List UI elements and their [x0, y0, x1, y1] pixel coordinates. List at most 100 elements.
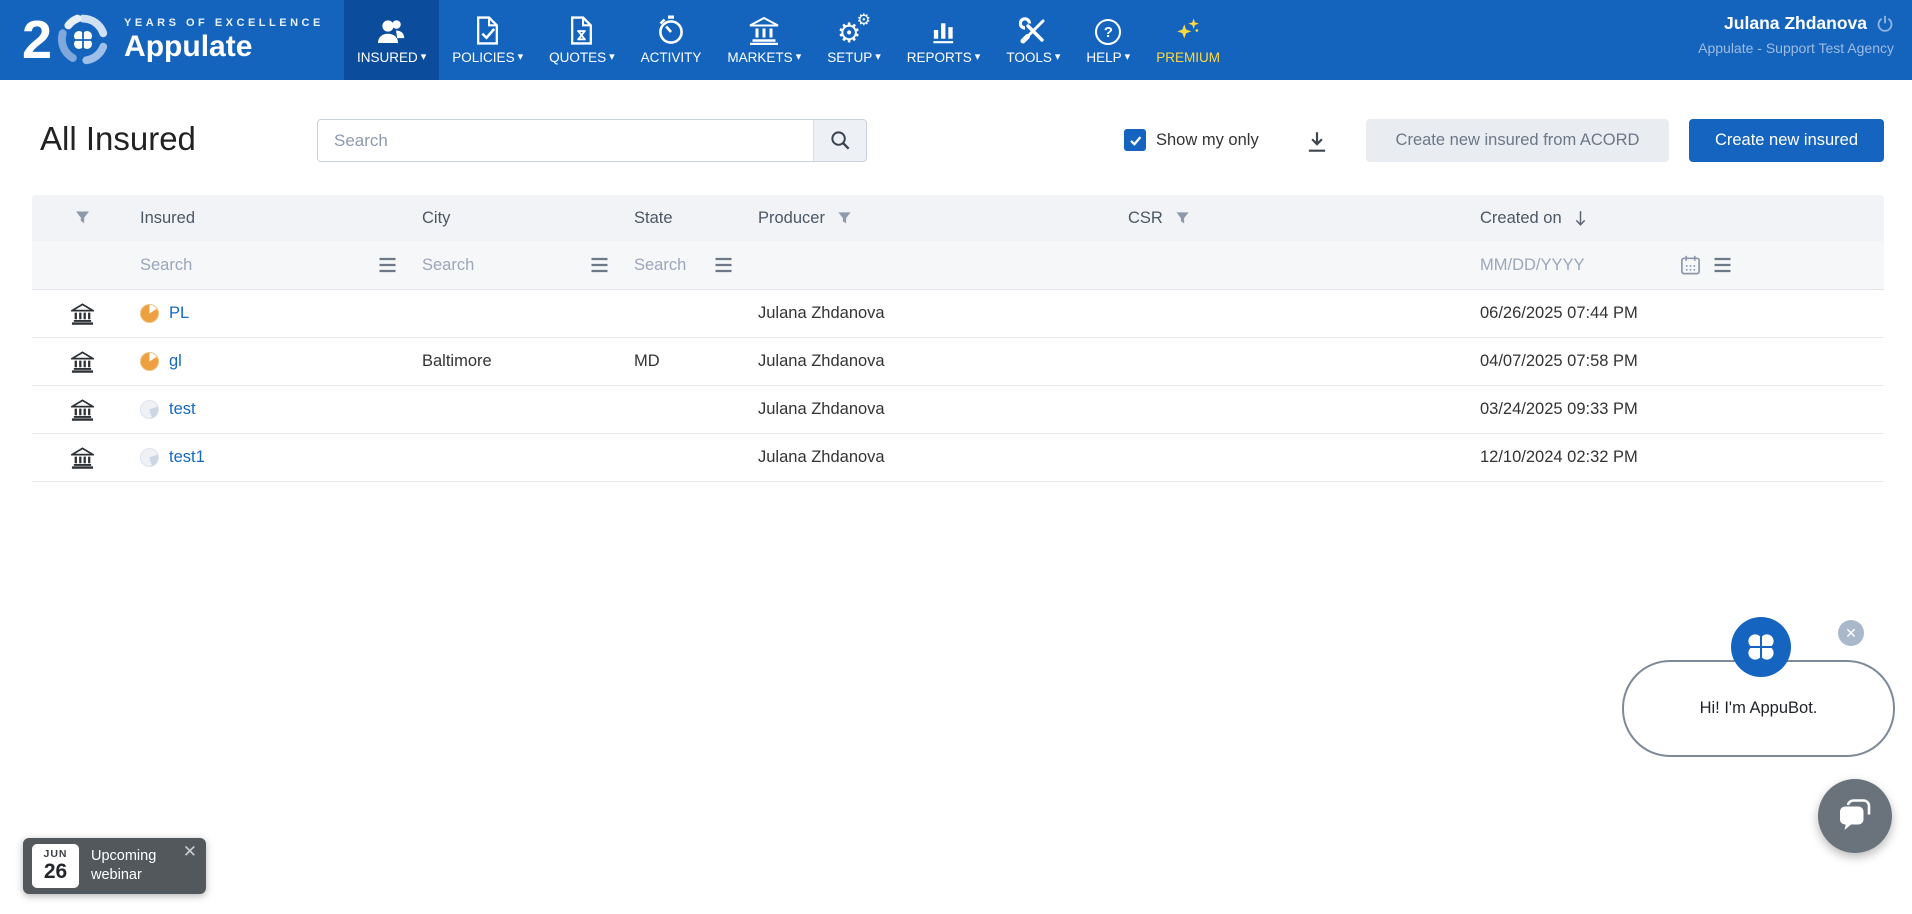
- insured-link[interactable]: PL: [169, 304, 189, 323]
- insured-link[interactable]: test: [169, 400, 196, 419]
- nav-item-setup[interactable]: ⚙⚙ SETUP▾: [814, 0, 894, 80]
- progress-pie-icon: [140, 304, 159, 323]
- chevron-down-icon: ▾: [875, 52, 881, 63]
- logout-power-icon[interactable]: [1876, 14, 1894, 33]
- nav-item-quotes[interactable]: QUOTES▾: [536, 0, 628, 80]
- table-filter-row: [32, 241, 1884, 290]
- setup-gears-icon: ⚙⚙: [837, 15, 871, 45]
- insured-search-input[interactable]: [140, 256, 308, 275]
- webinar-day: 26: [44, 860, 67, 883]
- column-header-created-on[interactable]: Created on: [1472, 209, 1884, 228]
- column-header-csr[interactable]: CSR: [1120, 209, 1472, 228]
- bank-icon[interactable]: [32, 399, 132, 421]
- create-new-insured-button[interactable]: Create new insured: [1689, 119, 1884, 162]
- producer-cell: Julana Zhdanova: [750, 448, 1120, 467]
- nav-item-help[interactable]: ? HELP▾: [1073, 0, 1143, 80]
- created-on-cell: 03/24/2025 09:33 PM: [1472, 400, 1884, 419]
- appubot-greeting-text: Hi! I'm AppuBot.: [1700, 699, 1818, 718]
- city-search-input[interactable]: [422, 256, 544, 275]
- csr-filter-icon[interactable]: [1175, 211, 1190, 226]
- tools-wrench-screwdriver-icon: [1019, 15, 1047, 45]
- created-date-input[interactable]: [1480, 256, 1680, 275]
- logo-swirl-icon: [56, 13, 110, 67]
- show-my-only-control: Show my only: [1124, 129, 1259, 151]
- nav-item-policies[interactable]: POLICIES ▾: [439, 0, 536, 80]
- chat-widget-button[interactable]: [1818, 779, 1892, 853]
- created-on-cell: 06/26/2025 07:44 PM: [1472, 304, 1884, 323]
- table-filter-button[interactable]: [32, 210, 132, 226]
- nav-item-reports[interactable]: REPORTS▾: [894, 0, 994, 80]
- column-header-producer[interactable]: Producer: [750, 209, 1120, 228]
- webinar-month: JUN: [43, 849, 67, 860]
- nav-label-premium: PREMIUM: [1156, 50, 1220, 65]
- created-on-cell: 12/10/2024 02:32 PM: [1472, 448, 1884, 467]
- main-menu: INSURED▾ POLICIES▾ QUOTES▾: [344, 0, 1233, 80]
- city-cell: Baltimore: [414, 352, 626, 371]
- insured-link[interactable]: gl: [169, 352, 182, 371]
- appubot-avatar[interactable]: [1731, 617, 1791, 677]
- table-row[interactable]: PL Julana Zhdanova 06/26/2025 07:44 PM: [32, 290, 1884, 338]
- create-from-acord-button[interactable]: Create new insured from ACORD: [1366, 119, 1669, 162]
- bank-icon[interactable]: [32, 303, 132, 325]
- nav-label-setup: SETUP: [827, 50, 872, 65]
- reports-bar-chart-icon: [930, 15, 957, 45]
- created-column-menu-icon[interactable]: [1712, 256, 1733, 274]
- bank-icon[interactable]: [32, 447, 132, 469]
- table-row[interactable]: test Julana Zhdanova 03/24/2025 09:33 PM: [32, 386, 1884, 434]
- show-my-only-checkbox[interactable]: [1124, 129, 1146, 151]
- insured-link[interactable]: test1: [169, 448, 205, 467]
- top-navigation-bar: 2 YEARS OF EXCELLENCE Appulate: [0, 0, 1912, 80]
- nav-label-insured: INSURED: [357, 50, 418, 65]
- agency-name: Appulate - Support Test Agency: [1698, 40, 1894, 56]
- insured-column-menu-icon[interactable]: [377, 256, 398, 274]
- producer-filter-icon[interactable]: [837, 211, 852, 226]
- show-my-only-label[interactable]: Show my only: [1156, 131, 1259, 150]
- chevron-down-icon: ▾: [518, 52, 524, 63]
- column-header-insured[interactable]: Insured: [132, 209, 414, 228]
- page-title: All Insured: [40, 120, 196, 158]
- nav-label-policies: POLICIES: [452, 50, 514, 65]
- producer-cell: Julana Zhdanova: [750, 352, 1120, 371]
- nav-label-help: HELP: [1086, 50, 1121, 65]
- table-header-row: Insured City State Producer CSR Created …: [32, 195, 1884, 241]
- download-icon: [1304, 129, 1330, 155]
- search-button[interactable]: [813, 120, 866, 161]
- producer-cell: Julana Zhdanova: [750, 400, 1120, 419]
- user-name[interactable]: Julana Zhdanova: [1724, 13, 1867, 34]
- logo-brand-name: Appulate: [124, 30, 324, 64]
- state-column-menu-icon[interactable]: [713, 256, 734, 274]
- table-row[interactable]: gl Baltimore MD Julana Zhdanova 04/07/20…: [32, 338, 1884, 386]
- nav-label-markets: MARKETS: [727, 50, 792, 65]
- table-row[interactable]: test1 Julana Zhdanova 12/10/2024 02:32 P…: [32, 434, 1884, 482]
- column-header-city[interactable]: City: [414, 209, 626, 228]
- chat-bubbles-icon: [1835, 796, 1875, 836]
- insured-filter-cell: [132, 241, 414, 289]
- upcoming-webinar-toast[interactable]: JUN 26 Upcoming webinar ✕: [23, 838, 206, 894]
- appubot-close-button[interactable]: ✕: [1838, 620, 1864, 646]
- nav-item-premium[interactable]: PREMIUM: [1143, 0, 1233, 80]
- state-cell: MD: [626, 352, 750, 371]
- webinar-close-button[interactable]: ✕: [183, 842, 197, 862]
- city-filter-cell: [414, 241, 626, 289]
- search-input[interactable]: [318, 120, 813, 161]
- appulate-logo[interactable]: 2 YEARS OF EXCELLENCE Appulate: [22, 0, 344, 80]
- nav-item-activity[interactable]: ACTIVITY: [628, 0, 715, 80]
- export-download-button[interactable]: [1302, 127, 1332, 157]
- nav-label-quotes: QUOTES: [549, 50, 606, 65]
- nav-item-tools[interactable]: TOOLS▾: [993, 0, 1073, 80]
- calendar-icon[interactable]: [1680, 254, 1701, 276]
- markets-bank-icon: [749, 15, 779, 45]
- city-column-menu-icon[interactable]: [589, 256, 610, 274]
- nav-item-insured[interactable]: INSURED▾: [344, 0, 439, 80]
- producer-cell: Julana Zhdanova: [750, 304, 1120, 323]
- activity-stopwatch-icon: [657, 15, 685, 45]
- bank-icon[interactable]: [32, 351, 132, 373]
- insured-table: Insured City State Producer CSR Created …: [32, 195, 1884, 482]
- sort-descending-icon: [1574, 210, 1587, 227]
- column-header-state[interactable]: State: [626, 209, 750, 228]
- nav-item-markets[interactable]: MARKETS▾: [714, 0, 814, 80]
- policies-document-check-icon: [475, 15, 500, 45]
- help-question-icon: ?: [1095, 15, 1121, 45]
- nav-label-tools: TOOLS: [1006, 50, 1052, 65]
- state-search-input[interactable]: [634, 256, 699, 275]
